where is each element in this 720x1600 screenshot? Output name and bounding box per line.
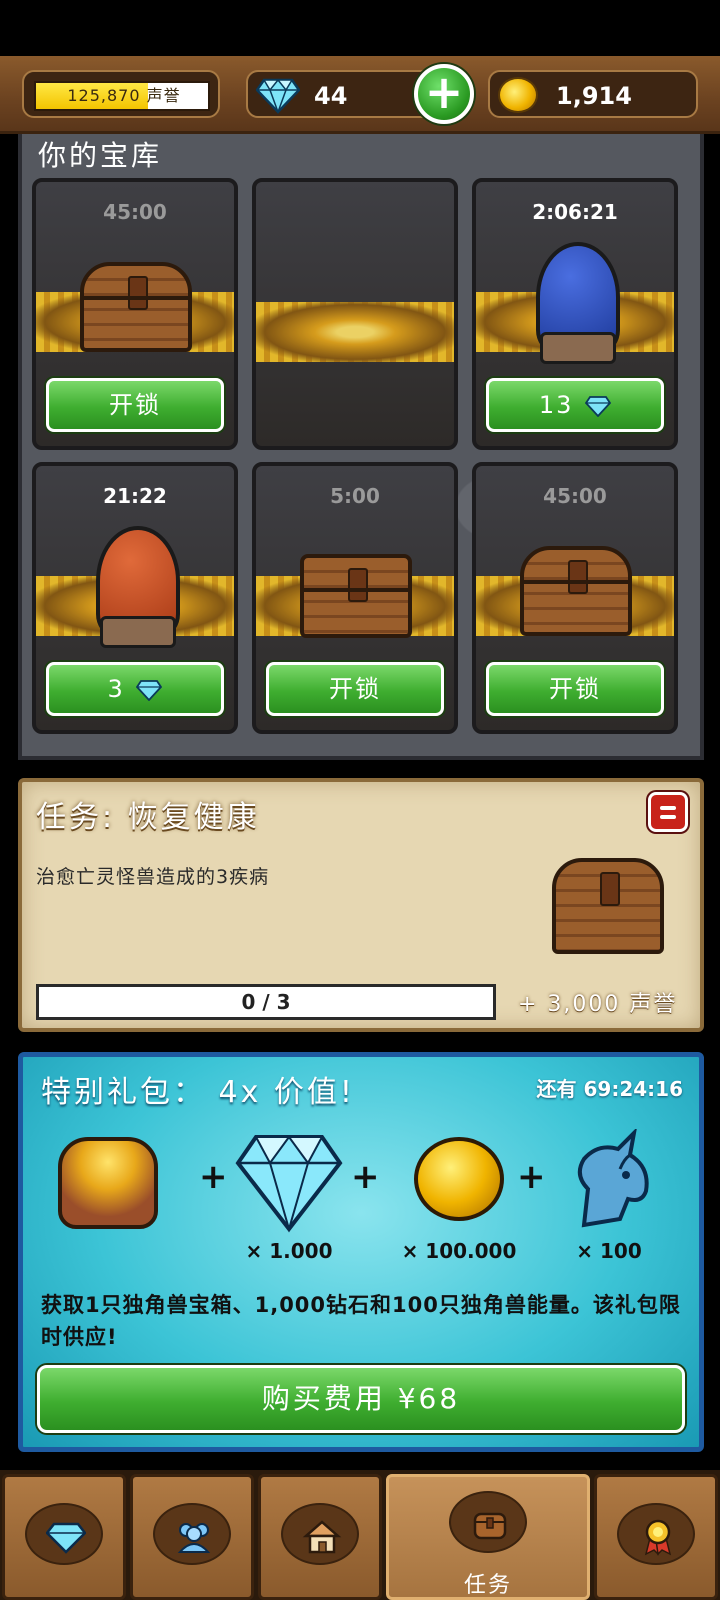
unicorn-icon (577, 1127, 649, 1228)
chest-base (100, 616, 176, 648)
reputation-value: 125,870 声誉 (67, 86, 181, 105)
quest-panel: 任务: 恢复健康 治愈亡灵怪兽造成的3疾病 0 / 3 + 3,000 声誉 (18, 778, 704, 1032)
pack-item: × 100.000 (389, 1129, 529, 1263)
resource-bar: 125,870 声誉 44 + 1,914 (0, 56, 720, 134)
pack-title: 特别礼包： 4x 价值! (41, 1075, 355, 1110)
diamond-icon (136, 680, 163, 701)
reputation-counter[interactable]: 125,870 声誉 (22, 70, 220, 118)
diamond-icon (235, 1135, 343, 1233)
unlock-button[interactable]: 开锁 (486, 662, 664, 716)
vault-slot[interactable]: 2:06:21 13 (472, 178, 678, 450)
unlock-button[interactable]: 开锁 (46, 378, 224, 432)
coin-counter[interactable]: 1,914 (488, 70, 698, 118)
plus-sign: + (351, 1157, 380, 1197)
vault-slot[interactable]: 5:00 开锁 (252, 462, 458, 734)
buy-button[interactable]: 购买费用 ¥68 (37, 1365, 685, 1433)
vault-panel: 你的宝库 45:00 开锁 2:06:21 13 21:22 3 5:00 开锁… (18, 134, 704, 760)
slot-timer: 2:06:21 (532, 200, 618, 224)
tab-shop[interactable] (2, 1474, 126, 1600)
vault-slot[interactable]: 45:00 开锁 (472, 462, 678, 734)
quest-description: 治愈亡灵怪兽造成的3疾病 (36, 866, 270, 888)
gem-cost: 13 (538, 391, 574, 419)
coin-count: 1,914 (556, 82, 632, 110)
unlock-button[interactable]: 开锁 (266, 662, 444, 716)
wooden-chest-icon (520, 546, 632, 636)
diamond-icon (585, 396, 612, 417)
diamond-icon (256, 78, 300, 114)
gem-unlock-button[interactable]: 13 (486, 378, 664, 432)
tab-social[interactable] (130, 1474, 254, 1600)
vault-slot[interactable]: 45:00 开锁 (32, 178, 238, 450)
pack-item (37, 1129, 177, 1233)
diamond-icon (46, 1522, 86, 1554)
plus-icon: + (424, 65, 464, 119)
vault-slot[interactable]: 21:22 3 (32, 462, 238, 734)
pack-item: × 100 (539, 1127, 679, 1263)
people-icon (177, 1523, 211, 1553)
item-quantity: × 100 (576, 1239, 642, 1263)
pack-timer: 还有 69:24:16 (536, 1077, 683, 1101)
wooden-chest-icon (300, 554, 412, 638)
quest-progress-bar: 0 / 3 (36, 984, 496, 1020)
chest-icon (473, 1512, 507, 1540)
item-quantity: × 100.000 (401, 1239, 517, 1263)
pack-description: 获取1只独角兽宝箱、1,000钻石和100只独角兽能量。该礼包限时供应! (41, 1293, 681, 1349)
add-gems-button[interactable]: + (414, 64, 474, 124)
special-pack-panel: 特别礼包： 4x 价值! 还有 69:24:16 + × 1.000 + × 1… (18, 1052, 704, 1452)
vault-slot-empty (252, 178, 458, 450)
slot-timer: 5:00 (330, 484, 380, 508)
item-quantity: × 1.000 (245, 1239, 333, 1263)
quest-reward: + 3,000 声誉 (518, 992, 678, 1017)
bottom-nav: 任务 (0, 1470, 720, 1600)
reward-chest-icon (552, 858, 664, 954)
slot-timer: 21:22 (103, 484, 167, 508)
gold-pile (256, 302, 454, 362)
gold-coin-icon (498, 77, 538, 113)
tab-buildings[interactable] (258, 1474, 382, 1600)
chest-base (540, 332, 616, 364)
tab-quests-label: 任务 (463, 1573, 512, 1598)
vault-title: 你的宝库 (38, 139, 163, 172)
tab-quests[interactable]: 任务 (386, 1474, 590, 1600)
status-bar (0, 0, 720, 56)
quest-progress-text: 0 / 3 (241, 990, 291, 1014)
slot-timer: 45:00 (103, 200, 167, 224)
pack-item: × 1.000 (219, 1129, 359, 1263)
medal-icon (644, 1519, 672, 1556)
quest-menu-button[interactable] (648, 792, 688, 832)
slot-timer: 45:00 (543, 484, 607, 508)
tab-achievements[interactable] (594, 1474, 718, 1600)
wooden-chest-icon (80, 262, 192, 352)
house-icon (302, 1520, 342, 1554)
unicorn-chest-icon (58, 1137, 158, 1229)
quest-title: 任务: 恢复健康 (36, 800, 260, 835)
gem-unlock-button[interactable]: 3 (46, 662, 224, 716)
gem-cost: 3 (107, 675, 125, 703)
reputation-progress-bar: 125,870 声誉 (34, 81, 210, 111)
gold-coin-icon (414, 1137, 504, 1221)
gem-count: 44 (314, 82, 348, 110)
